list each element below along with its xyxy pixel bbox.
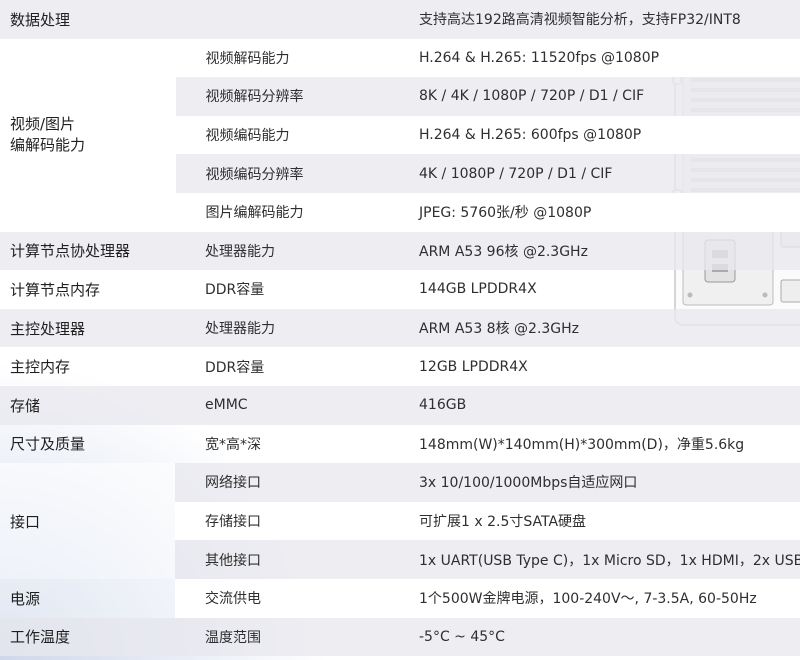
subcategory-cell: eMMC: [175, 385, 409, 425]
value-cell: 144GB LPDDR4X: [419, 281, 537, 298]
table-row: 计算节点内存 DDR容量 144GB LPDDR4X: [0, 270, 800, 309]
subcategory-cell: 视频编码能力: [175, 115, 409, 155]
subcategory-cell: 交流供电: [175, 578, 409, 618]
category-cell: 主控内存: [10, 358, 71, 377]
subcategory-cell: 其他接口: [175, 540, 409, 579]
value-cell: 148mm(W)*140mm(H)*300mm(D)，净重5.6kg: [419, 436, 745, 453]
category-cell: 计算节点协处理器: [0, 231, 175, 271]
category-cell: 数据处理: [0, 0, 175, 39]
table-row: 计算节点协处理器 处理器能力 ARM A53 96核 @2.3GHz: [0, 231, 800, 271]
table-row: 电源 交流供电 1个500W金牌电源，100-240V～, 7-3.5A, 60…: [0, 578, 800, 618]
subcategory-cell: DDR容量: [205, 359, 265, 376]
value-cell: 3x 10/100/1000Mbps自适应网口: [409, 463, 800, 502]
table-row: 主控处理器 处理器能力 ARM A53 8核 @2.3GHz: [0, 308, 800, 348]
table-row: 数据处理 支持高达192路高清视频智能分析，支持FP32/INT8: [0, 0, 800, 39]
subcategory-cell: 视频解码能力: [175, 38, 409, 78]
spec-table: 数据处理 支持高达192路高清视频智能分析，支持FP32/INT8 视频/图片 …: [0, 0, 800, 657]
value-cell: 416GB: [409, 385, 800, 425]
category-cell: 尺寸及质量: [10, 435, 86, 454]
value-cell: 4K / 1080P / 720P / D1 / CIF: [409, 154, 800, 193]
category-cell: 电源: [0, 578, 175, 618]
value-cell: 支持高达192路高清视频智能分析，支持FP32/INT8: [409, 0, 800, 39]
table-row: 工作温度 温度范围 -5°C ~ 45°C: [0, 617, 800, 657]
value-cell: -5°C ~ 45°C: [409, 617, 800, 657]
subcategory-cell: 视频编码分辨率: [175, 154, 409, 193]
subcategory-cell: 存储接口: [175, 501, 409, 541]
value-cell: JPEG: 5760张/秒 @1080P: [409, 192, 800, 232]
value-cell: ARM A53 96核 @2.3GHz: [409, 231, 800, 271]
subcategory-cell: [175, 0, 409, 39]
subcategory-cell: 温度范围: [175, 617, 409, 657]
value-cell: 12GB LPDDR4X: [419, 358, 528, 375]
table-row: 存储 eMMC 416GB: [0, 385, 800, 425]
category-cell: 计算节点内存: [10, 280, 101, 299]
category-cell: 视频/图片 编解码能力: [0, 38, 176, 232]
subcategory-cell: 视频解码分辨率: [175, 77, 409, 116]
value-cell: H.264 & H.265: 600fps @1080P: [409, 115, 800, 155]
table-row: 接口 网络接口 3x 10/100/1000Mbps自适应网口: [0, 463, 800, 579]
subcategory-cell: 处理器能力: [175, 308, 409, 348]
subcategory-cell: 图片编解码能力: [175, 192, 409, 232]
subcategory-cell: DDR容量: [205, 282, 265, 299]
value-cell: 8K / 4K / 1080P / 720P / D1 / CIF: [409, 77, 800, 116]
category-cell: 接口: [0, 463, 175, 579]
table-row: 主控内存 DDR容量 12GB LPDDR4X: [0, 347, 800, 386]
value-cell: 1x UART(USB Type C)，1x Micro SD，1x HDMI，…: [409, 540, 800, 579]
table-row: 尺寸及质量 宽*高*深 148mm(W)*140mm(H)*300mm(D)，净…: [0, 425, 800, 464]
value-cell: ARM A53 8核 @2.3GHz: [409, 308, 800, 348]
category-cell: 存储: [0, 385, 175, 425]
value-cell: H.264 & H.265: 11520fps @1080P: [409, 38, 800, 78]
category-cell: 主控处理器: [0, 308, 175, 348]
category-cell: 工作温度: [0, 617, 175, 657]
subcategory-cell: 处理器能力: [175, 231, 409, 271]
subcategory-cell: 宽*高*深: [205, 436, 261, 453]
subcategory-cell: 网络接口: [175, 463, 409, 502]
value-cell: 1个500W金牌电源，100-240V～, 7-3.5A, 60-50Hz: [409, 578, 800, 618]
table-row: 视频/图片 编解码能力 视频解码能力 H.264 & H.265: 11520f…: [0, 38, 800, 232]
value-cell: 可扩展1 x 2.5寸SATA硬盘: [409, 501, 800, 541]
